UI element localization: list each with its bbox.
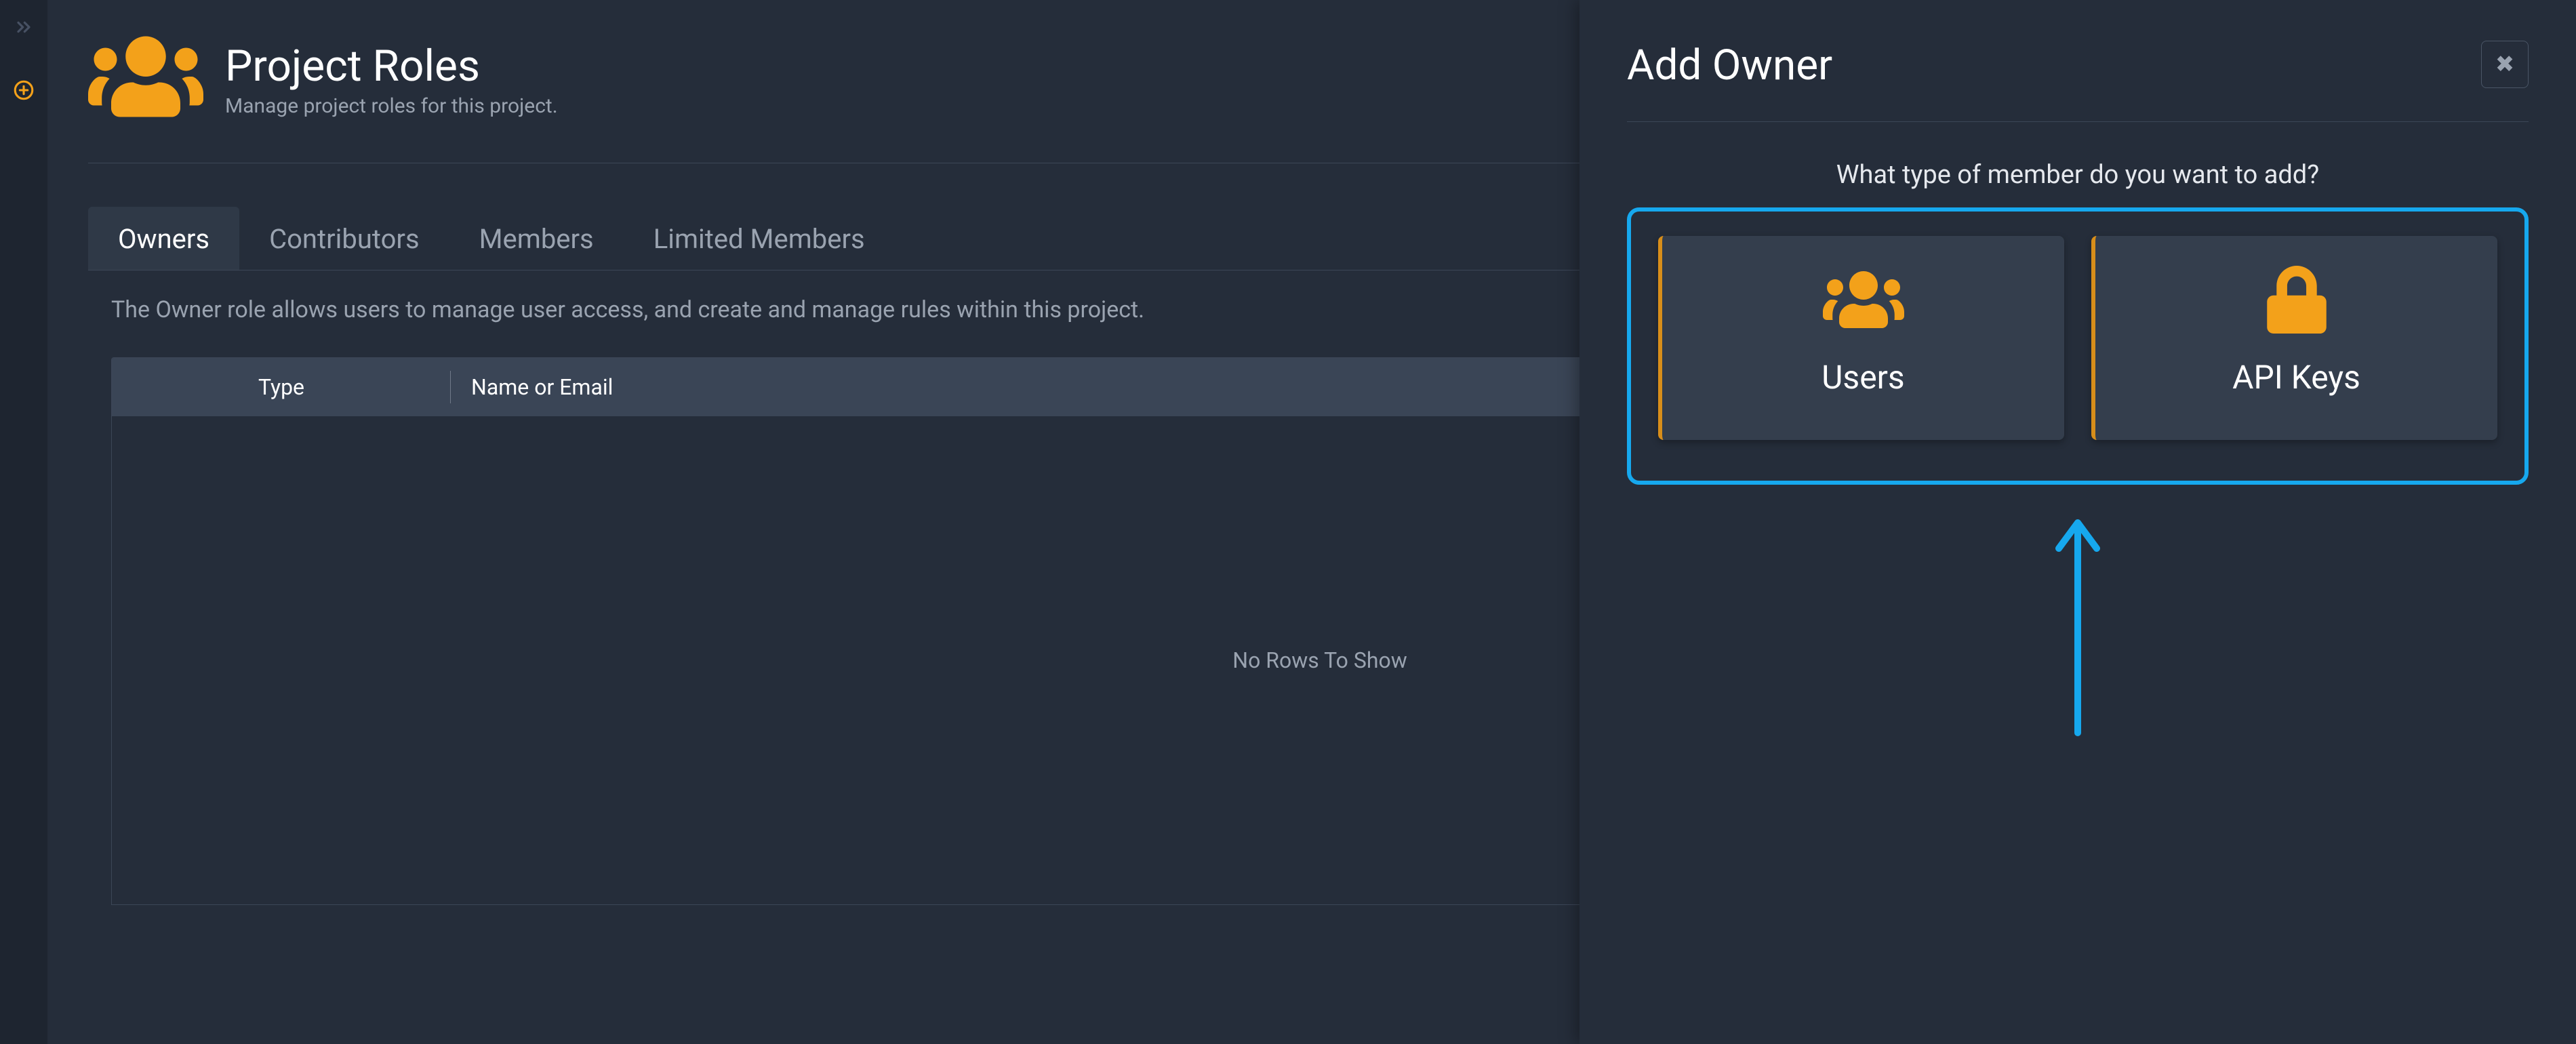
panel-title: Add Owner: [1627, 41, 1832, 90]
tab-owners[interactable]: Owners: [88, 207, 239, 270]
add-circle-icon[interactable]: [12, 79, 35, 102]
page-subtitle: Manage project roles for this project.: [225, 94, 558, 118]
column-type[interactable]: Type: [112, 358, 451, 416]
panel-header: Add Owner ✖: [1627, 41, 2529, 122]
lock-icon: [2109, 266, 2484, 339]
tab-limited-members[interactable]: Limited Members: [624, 207, 895, 270]
option-users[interactable]: Users: [1658, 236, 2064, 440]
close-button[interactable]: ✖: [2481, 41, 2529, 88]
add-owner-panel: Add Owner ✖ What type of member do you w…: [1579, 0, 2576, 1044]
option-api-keys[interactable]: API Keys: [2091, 236, 2497, 440]
option-users-label: Users: [1676, 358, 2051, 397]
sidebar-expand-icon[interactable]: [13, 16, 35, 38]
header-text: Project Roles Manage project roles for t…: [225, 41, 558, 118]
left-sidebar: [0, 0, 47, 1044]
callout-arrow-icon: [2051, 509, 2105, 740]
empty-state-text: No Rows To Show: [1232, 647, 1407, 673]
tab-members[interactable]: Members: [449, 207, 624, 270]
tab-contributors[interactable]: Contributors: [239, 207, 449, 270]
panel-prompt: What type of member do you want to add?: [1627, 122, 2529, 207]
users-icon: [1676, 266, 2051, 339]
close-icon: ✖: [2495, 51, 2515, 78]
users-icon: [88, 26, 203, 133]
option-api-keys-label: API Keys: [2109, 358, 2484, 397]
member-type-options: Users API Keys: [1627, 207, 2529, 485]
page-title: Project Roles: [225, 41, 558, 92]
